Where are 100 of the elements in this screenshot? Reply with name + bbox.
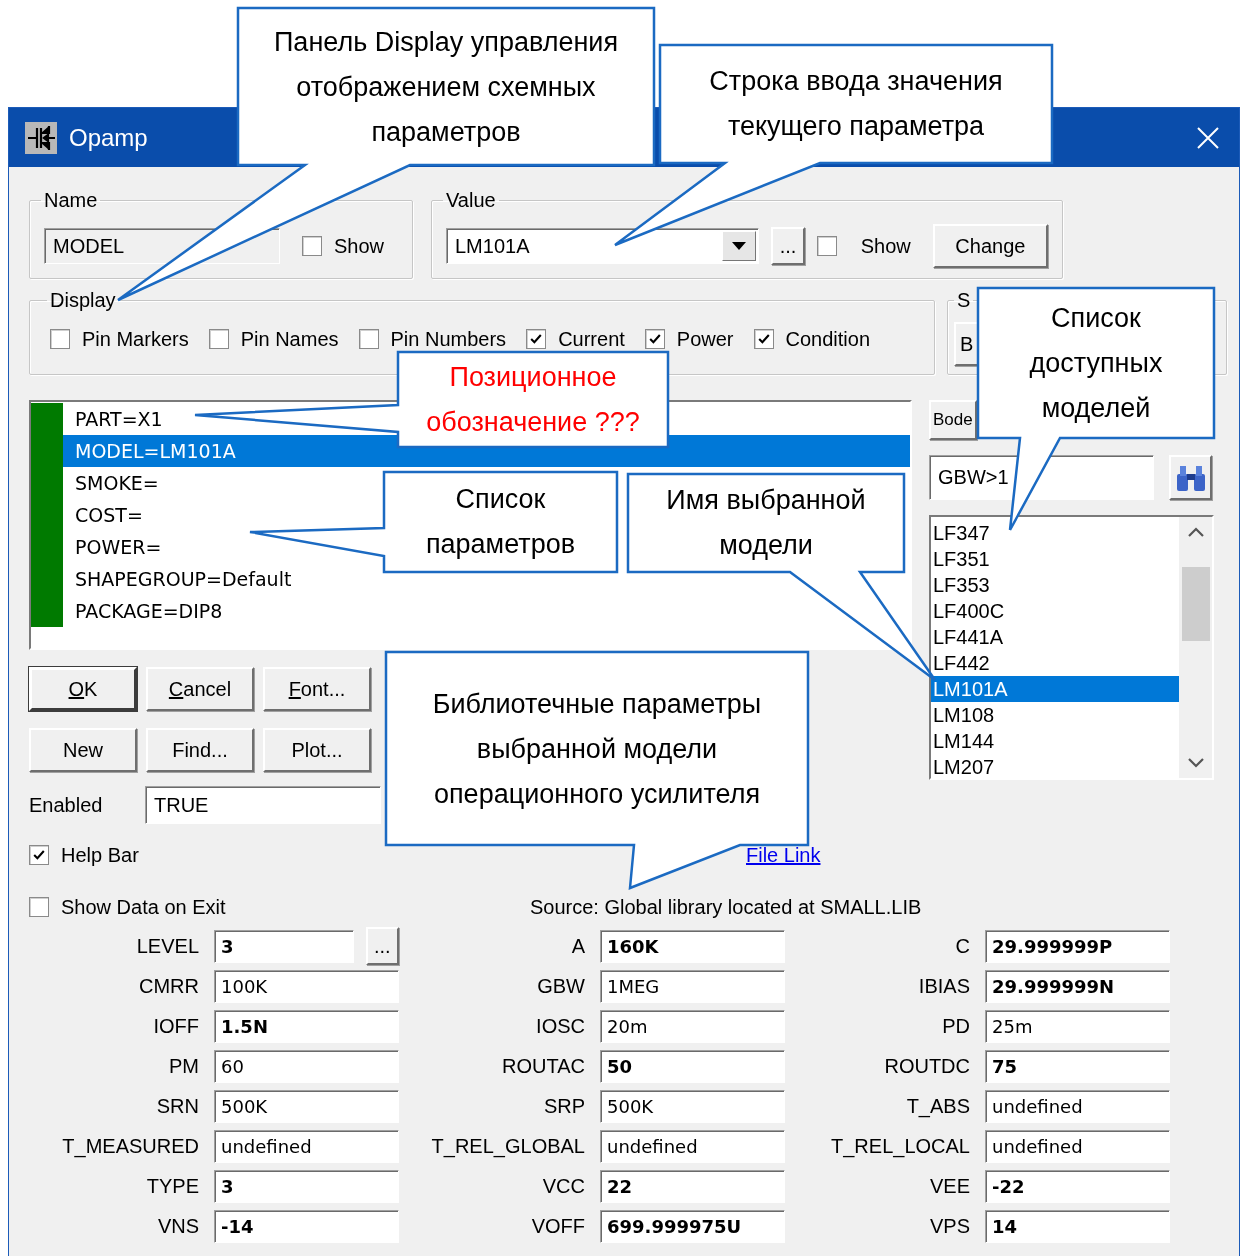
group-label: Name — [43, 189, 99, 212]
dialog-button[interactable]: Find... — [146, 728, 254, 772]
checkbox[interactable] — [29, 897, 49, 917]
parameter-label: PM — [168, 1054, 199, 1078]
checkbox[interactable] — [753, 329, 774, 349]
checkbox-label: Pin Numbers — [390, 327, 507, 351]
parameter-field[interactable]: 1.5N — [214, 1009, 399, 1043]
checkbox[interactable] — [50, 329, 70, 349]
parameter-field[interactable]: 29.999999P — [985, 929, 1170, 963]
parameter-field[interactable]: 50 — [600, 1049, 785, 1083]
model-item[interactable]: LM108 — [931, 702, 999, 728]
caret-icon — [732, 242, 747, 250]
browse-button[interactable]: ... — [771, 227, 805, 265]
model-item[interactable]: LF441A — [931, 624, 1008, 650]
parameter-label: A — [570, 934, 585, 958]
checkbox[interactable] — [358, 329, 379, 349]
source-text: Source: Global library located at SMALL.LIB — [530, 895, 923, 919]
model-item[interactable]: LF347 — [931, 520, 994, 546]
parameter-label: SRP — [542, 1094, 585, 1118]
change-button[interactable]: Change — [932, 224, 1048, 268]
group-label: Display — [49, 289, 117, 312]
parameter-field[interactable]: 60 — [214, 1049, 399, 1083]
parameter-field[interactable]: 29.999999N — [985, 969, 1170, 1003]
group-label: S — [956, 289, 972, 312]
parameter-label: GBW — [536, 974, 585, 998]
find-button[interactable] — [1169, 455, 1212, 500]
binoculars-icon — [1175, 463, 1206, 492]
parameter-item[interactable]: POWER= — [63, 531, 166, 563]
checkbox[interactable] — [302, 236, 322, 256]
model-item[interactable]: LF442 — [931, 650, 994, 676]
parameter-label: ROUTDC — [883, 1054, 970, 1078]
parameter-field[interactable]: 3 — [214, 1169, 399, 1203]
field-label: Enabled — [29, 793, 104, 817]
dialog-button[interactable]: Font... — [263, 667, 371, 711]
parameter-item[interactable]: SMOKE= — [63, 467, 163, 499]
file-link[interactable]: File Link — [746, 843, 821, 867]
value-combo[interactable]: LM101A — [446, 228, 760, 264]
parameter-field[interactable]: 160K — [600, 929, 785, 963]
checkbox[interactable] — [816, 236, 837, 256]
parameter-field[interactable]: 25m — [985, 1009, 1170, 1043]
dialog-button[interactable]: Plot... — [263, 728, 371, 772]
chevron-up-icon[interactable] — [1187, 527, 1204, 537]
callout-text: Библиотечные параметры выбранной модели операционного усилителя — [432, 687, 762, 811]
checkbox-label: Condition — [785, 327, 871, 351]
parameter-field[interactable]: 22 — [600, 1169, 785, 1203]
dialog-button[interactable]: Cancel — [146, 667, 254, 711]
checkbox-label: Show Data on Exit — [61, 895, 226, 919]
scrollbar-thumb[interactable] — [1181, 567, 1210, 641]
parameter-field[interactable]: undefined — [214, 1129, 399, 1163]
checkbox[interactable] — [29, 845, 49, 865]
callout-text: Строка ввода значения текущего параметра — [709, 65, 1003, 143]
parameter-item[interactable]: COST= — [63, 499, 147, 531]
model-item[interactable]: LF400C — [931, 598, 1009, 624]
browse-button[interactable]: ... — [365, 927, 399, 965]
parameter-label: IOSC — [535, 1014, 585, 1038]
parameter-field[interactable]: 75 — [985, 1049, 1170, 1083]
callout-text: Список параметров — [425, 483, 576, 561]
checkbox[interactable] — [644, 329, 665, 349]
callout-text: Панель Display управления отображением схемных параметров — [273, 25, 619, 149]
checkbox[interactable] — [208, 329, 229, 349]
close-icon[interactable] — [1197, 126, 1219, 149]
dialog-button[interactable]: OK — [29, 667, 137, 711]
parameter-field[interactable]: 500K — [600, 1089, 785, 1123]
parameter-item[interactable]: PART=X1 — [63, 403, 167, 435]
parameter-field[interactable]: 1MEG — [600, 969, 785, 1003]
parameter-field[interactable]: 3 — [214, 929, 354, 963]
parameter-item[interactable]: SHAPEGROUP=Default — [63, 563, 296, 595]
parameter-field[interactable]: undefined — [985, 1129, 1170, 1163]
parameter-field[interactable]: 20m — [600, 1009, 785, 1043]
parameter-label: IOFF — [152, 1014, 199, 1038]
window-title: Opamp — [69, 123, 148, 152]
model-item[interactable]: LF351 — [931, 546, 994, 572]
parameter-label: T_REL_LOCAL — [830, 1134, 970, 1158]
checkbox-label: Pin Names — [240, 327, 339, 351]
parameter-label: VNS — [156, 1214, 199, 1238]
checkbox[interactable] — [526, 329, 547, 349]
bode-button[interactable]: Bode — [929, 400, 977, 440]
dropdown-button[interactable] — [722, 231, 757, 261]
enabled-field[interactable]: TRUE — [145, 786, 381, 824]
parameter-field[interactable]: -22 — [985, 1169, 1170, 1203]
parameter-field[interactable]: undefined — [985, 1089, 1170, 1123]
parameter-field[interactable]: 14 — [985, 1209, 1170, 1243]
dialog-button[interactable]: New — [29, 728, 137, 772]
parameter-field[interactable]: 100K — [214, 969, 399, 1003]
model-item[interactable]: LF353 — [931, 572, 994, 598]
parameter-label: VEE — [928, 1174, 970, 1198]
model-item[interactable]: LM144 — [931, 728, 999, 754]
parameter-item[interactable]: PACKAGE=DIP8 — [63, 595, 227, 627]
parameter-field[interactable]: -14 — [214, 1209, 399, 1243]
parameter-field[interactable]: undefined — [600, 1129, 785, 1163]
scrollbar[interactable] — [1179, 517, 1212, 778]
parameter-label: T_REL_GLOBAL — [430, 1134, 585, 1158]
callout-text: Список доступных моделей — [1029, 301, 1163, 425]
shape-button[interactable]: B — [954, 322, 980, 366]
parameter-field[interactable]: 500K — [214, 1089, 399, 1123]
chevron-down-icon[interactable] — [1187, 758, 1204, 768]
parameter-label: T_MEASURED — [61, 1134, 199, 1158]
parameter-field[interactable]: 699.999975U — [600, 1209, 785, 1243]
model-item[interactable]: LM207 — [931, 754, 999, 780]
model-item[interactable]: LM101A — [931, 676, 1179, 702]
